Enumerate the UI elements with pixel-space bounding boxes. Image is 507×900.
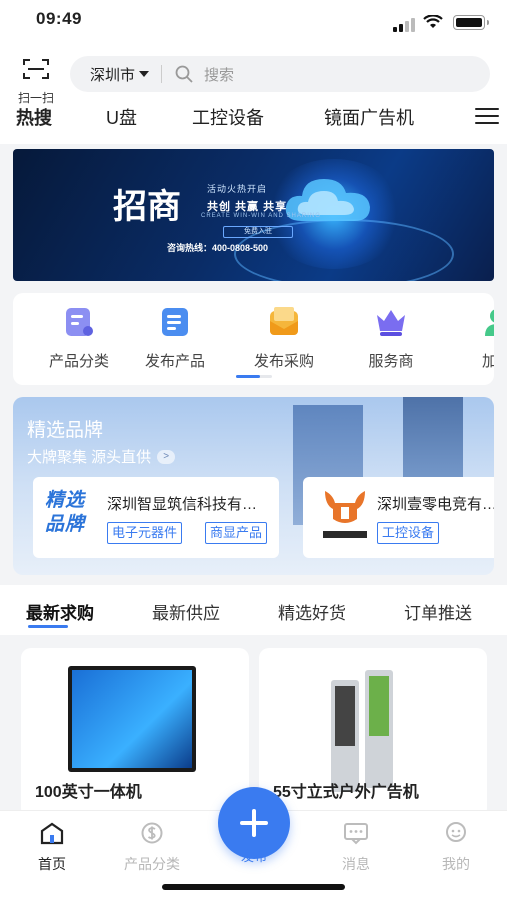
message-icon xyxy=(344,823,368,845)
search-divider xyxy=(161,65,163,83)
caret-down-icon xyxy=(139,71,150,77)
nav-home[interactable]: 首页 xyxy=(12,821,92,874)
brand-tag[interactable]: 商显产品 xyxy=(205,522,268,544)
product-category-icon xyxy=(66,308,93,336)
brand-card[interactable]: 深圳壹零电竞有限公司 工控设备 xyxy=(303,477,494,558)
hot-search-bar: 热搜 U盘 工控设备 镜面广告机 xyxy=(0,102,507,132)
city-selector[interactable]: 深圳市 xyxy=(70,64,150,85)
hot-item-industrial-control[interactable]: 工控设备 xyxy=(192,104,264,130)
battery-icon xyxy=(453,15,489,30)
brand-card[interactable]: 精选品牌 深圳智显筑信科技有限公司 电子元器件 商显产品 xyxy=(33,477,279,558)
nav-messages[interactable]: 消息 xyxy=(316,821,396,874)
quick-nav-scroll-indicator xyxy=(236,375,272,378)
signal-icon xyxy=(393,18,415,32)
product-card[interactable]: 100英寸一体机 xyxy=(21,648,249,818)
publish-purchase-icon xyxy=(270,307,298,335)
publish-product-icon xyxy=(162,308,188,336)
product-image xyxy=(68,666,196,772)
hot-search-label: 热搜 xyxy=(16,108,52,128)
product-card[interactable]: 55寸立式户外广告机 xyxy=(259,648,487,818)
banner-event-text: 活动火热开启 xyxy=(207,184,268,194)
menu-icon[interactable] xyxy=(475,108,499,126)
service-provider-icon xyxy=(377,310,405,336)
featured-brands: 精选品牌 大牌聚集 源头直供 > 精选品牌 深圳智显筑信科技有限公司 电子元器件… xyxy=(13,397,494,575)
join-icon xyxy=(485,309,494,336)
quick-nav-label: 服务商 xyxy=(368,353,414,370)
publish-button-label: 发布 xyxy=(240,849,267,864)
home-icon xyxy=(40,822,64,845)
quick-nav-label: 加入 xyxy=(481,353,494,370)
quick-nav-label: 发布产品 xyxy=(144,353,205,370)
brand-tag[interactable]: 工控设备 xyxy=(377,522,440,544)
tab-selected-goods[interactable]: 精选好货 xyxy=(278,599,346,624)
tab-order-push[interactable]: 订单推送 xyxy=(404,599,472,624)
profile-icon xyxy=(446,822,466,842)
quick-nav-label: 发布采购 xyxy=(253,353,314,370)
brand-name: 深圳壹零电竞有限公司 xyxy=(377,496,494,513)
feed-tabs: 最新求购 最新供应 精选好货 订单推送 xyxy=(0,585,507,635)
product-name: 100英寸一体机 xyxy=(35,784,142,801)
brand-name: 深圳智显筑信科技有限公司 xyxy=(107,496,267,513)
nav-product-category-label: 产品分类 xyxy=(124,856,180,872)
product-name: 55寸立式户外广告机 xyxy=(273,784,419,801)
brand-tag[interactable]: 电子元器件 xyxy=(107,522,183,544)
nav-messages-label: 消息 xyxy=(342,856,370,872)
quick-nav: 产品分类 发布产品 发布采购 服务商 加 xyxy=(13,293,494,385)
tab-underline xyxy=(28,625,68,628)
hot-item-u-disk[interactable]: U盘 xyxy=(106,104,137,130)
brand-section-title: 精选品牌 xyxy=(27,420,104,441)
header: 扫一扫 深圳市 搜索 热搜 U盘 工控设备 镜面广告机 xyxy=(0,44,507,144)
banner-join-pill: 免费入驻 xyxy=(223,226,293,238)
scan-button[interactable]: 扫一扫 xyxy=(12,58,60,106)
quick-nav-join[interactable]: 加入 xyxy=(447,305,494,371)
banner-hotline-number: 400-0808-500 xyxy=(212,243,269,253)
quick-nav-publish-product[interactable]: 发布产品 xyxy=(125,305,225,371)
home-indicator xyxy=(162,884,345,890)
nav-profile[interactable]: 我的 xyxy=(416,821,496,874)
brand-logo: 精选品牌 xyxy=(45,490,86,535)
search-icon xyxy=(175,65,193,83)
nav-product-category[interactable]: 产品分类 xyxy=(112,821,192,874)
chevron-right-icon: > xyxy=(157,449,176,464)
quick-nav-product-category[interactable]: 产品分类 xyxy=(29,305,129,371)
brand-subtitle-text: 大牌聚集 源头直供 xyxy=(27,449,152,466)
scan-icon xyxy=(23,59,49,79)
brand-section-subtitle[interactable]: 大牌聚集 源头直供 > xyxy=(27,446,176,467)
city-label: 深圳市 xyxy=(90,66,136,84)
nav-home-label: 首页 xyxy=(38,856,66,872)
tab-latest-purchase[interactable]: 最新求购 xyxy=(26,599,94,624)
banner-slogan-en: CREATE WIN-WIN AND SHARING xyxy=(201,213,321,219)
search-bar[interactable]: 深圳市 搜索 xyxy=(70,56,490,92)
hot-item-mirror-ad-machine[interactable]: 镜面广告机 xyxy=(324,104,414,130)
banner-title: 招商 xyxy=(113,187,181,227)
quick-nav-service-provider[interactable]: 服务商 xyxy=(341,305,441,371)
quick-nav-publish-purchase[interactable]: 发布采购 xyxy=(234,305,334,371)
nav-profile-label: 我的 xyxy=(442,856,470,872)
brand-logo xyxy=(323,491,367,538)
promo-banner[interactable]: 招商 活动火热开启 共创 共赢 共享 CREATE WIN-WIN AND SH… xyxy=(13,149,494,281)
banner-slogan: 共创 共赢 共享 xyxy=(207,201,288,213)
product-image xyxy=(365,670,393,788)
banner-hotline: 咨询热线：400-0808-500 xyxy=(167,241,268,254)
dollar-icon xyxy=(141,822,163,844)
search-input[interactable]: 搜索 xyxy=(204,64,234,85)
product-image xyxy=(331,680,359,792)
status-bar: 09:49 xyxy=(0,0,507,44)
tab-latest-supply[interactable]: 最新供应 xyxy=(152,599,220,624)
banner-hotline-label: 咨询热线： xyxy=(167,243,213,253)
status-time: 09:49 xyxy=(36,9,82,28)
quick-nav-label: 产品分类 xyxy=(48,353,109,370)
home-page: 09:49 扫一扫 深圳市 搜索 热搜 U盘 工控设备 镜面广告机 招商 活动火… xyxy=(0,0,507,900)
wifi-icon xyxy=(423,15,443,28)
